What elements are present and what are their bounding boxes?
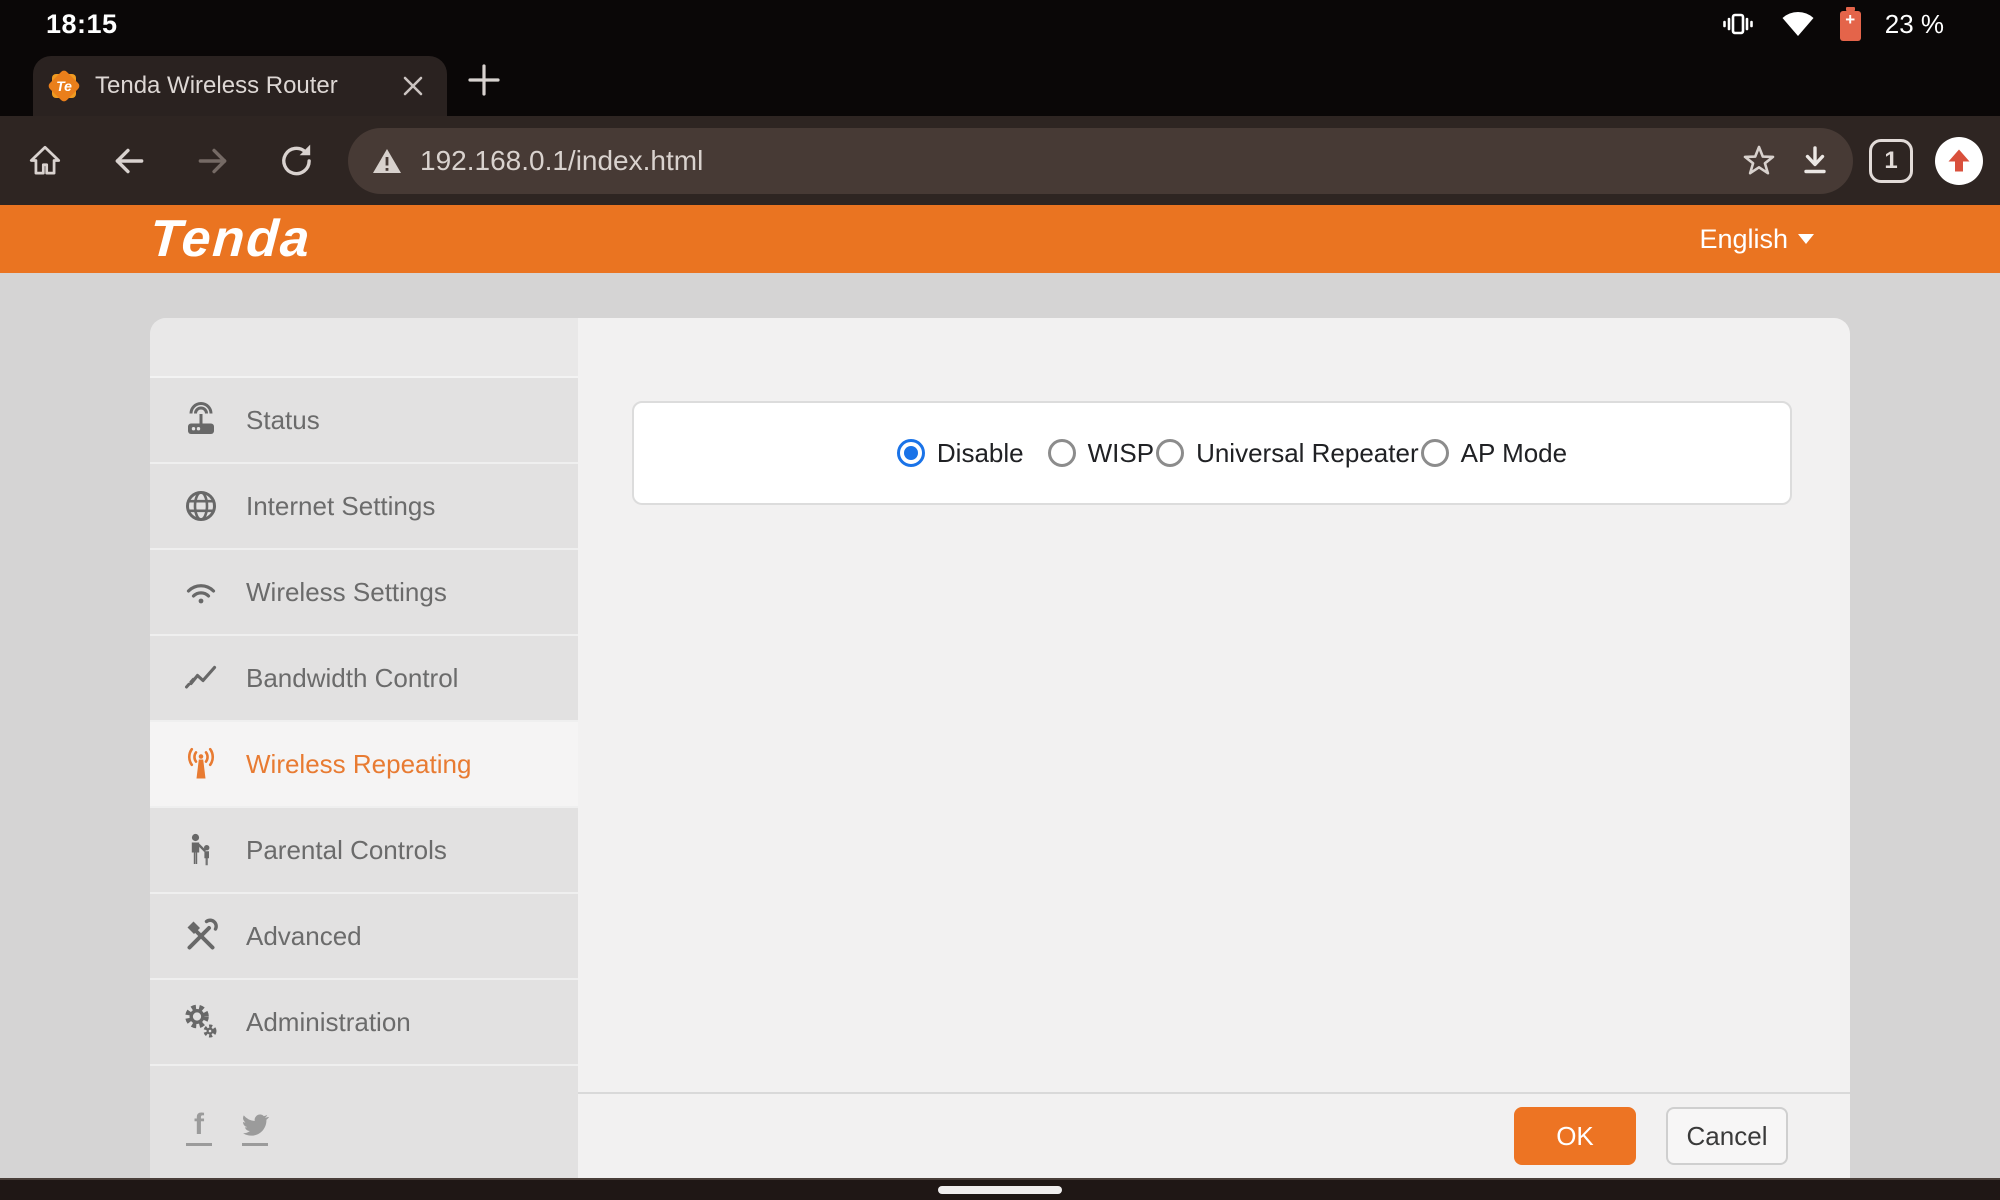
router-icon xyxy=(180,399,222,441)
radio-unselected-icon[interactable] xyxy=(1156,439,1184,467)
family-icon xyxy=(180,829,222,871)
radio-label: Disable xyxy=(937,438,1024,469)
sidebar-item-internet-settings[interactable]: Internet Settings xyxy=(150,464,578,550)
wifi-status-icon xyxy=(1780,9,1816,39)
radio-option-disable[interactable]: Disable xyxy=(897,438,1024,469)
radio-option-ap-mode[interactable]: AP Mode xyxy=(1421,438,1567,469)
sidebar-item-administration[interactable]: Administration xyxy=(150,980,578,1066)
radio-option-universal-repeater[interactable]: Universal Repeater xyxy=(1156,438,1419,469)
radio-label: AP Mode xyxy=(1461,438,1567,469)
tab-close-icon[interactable] xyxy=(391,64,435,108)
clock: 18:15 xyxy=(46,9,118,40)
sidebar-item-wireless-settings[interactable]: Wireless Settings xyxy=(150,550,578,636)
facebook-icon: f xyxy=(194,1112,204,1138)
cancel-button[interactable]: Cancel xyxy=(1666,1107,1788,1165)
sidebar-item-status[interactable]: Status xyxy=(150,378,578,464)
radio-unselected-icon[interactable] xyxy=(1048,439,1076,467)
gesture-pill[interactable] xyxy=(938,1186,1062,1194)
gears-icon xyxy=(180,1001,222,1043)
tenda-logo: Tenda xyxy=(148,213,313,265)
status-icons: + 23 % xyxy=(1720,6,1944,42)
radio-label: Universal Repeater xyxy=(1196,438,1419,469)
chevron-down-icon xyxy=(1798,234,1814,244)
home-button[interactable] xyxy=(12,128,78,194)
site-warning-icon[interactable] xyxy=(372,147,402,175)
globe-icon xyxy=(180,485,222,527)
ok-button[interactable]: OK xyxy=(1514,1107,1636,1165)
android-status-bar: 18:15 + 23 % xyxy=(0,0,2000,48)
sidebar-item-label: Status xyxy=(246,405,320,436)
main-content: Disable WISP Universal Repeater AP Mode xyxy=(578,318,1850,1178)
android-nav-bar xyxy=(0,1178,2000,1200)
sidebar-item-label: Administration xyxy=(246,1007,411,1038)
radio-option-wisp[interactable]: WISP xyxy=(1048,438,1154,469)
sidebar-item-wireless-repeating[interactable]: Wireless Repeating xyxy=(150,722,578,808)
admin-card: Status Internet Settings xyxy=(150,318,1850,1178)
facebook-link[interactable]: f xyxy=(186,1112,212,1146)
browser-tab-active[interactable]: Te Tenda Wireless Router xyxy=(33,56,447,116)
mode-radio-group: Disable WISP Universal Repeater AP Mode xyxy=(897,438,1567,469)
sidebar-item-label: Wireless Repeating xyxy=(246,749,471,780)
bottom-action-bar: OK Cancel xyxy=(578,1092,1850,1178)
sidebar-item-label: Bandwidth Control xyxy=(246,663,458,694)
tenda-favicon-icon: Te xyxy=(49,71,79,101)
url-text[interactable]: 192.168.0.1/index.html xyxy=(420,145,1731,177)
sidebar-header-spacer xyxy=(150,318,578,378)
sidebar-item-advanced[interactable]: Advanced xyxy=(150,894,578,980)
forward-button[interactable] xyxy=(180,128,246,194)
sidebar-item-label: Advanced xyxy=(246,921,362,952)
browser-toolbar: 192.168.0.1/index.html 1 xyxy=(0,116,2000,205)
tools-icon xyxy=(180,915,222,957)
sidebar-item-label: Internet Settings xyxy=(246,491,435,522)
back-button[interactable] xyxy=(96,128,162,194)
radio-selected-icon[interactable] xyxy=(897,439,925,467)
tab-switcher-button[interactable]: 1 xyxy=(1869,139,1913,183)
wifi-icon xyxy=(180,571,222,613)
bookmark-star-icon[interactable] xyxy=(1731,133,1787,189)
sidebar-item-bandwidth-control[interactable]: Bandwidth Control xyxy=(150,636,578,722)
battery-icon: + xyxy=(1840,7,1861,41)
sidebar-item-parental-controls[interactable]: Parental Controls xyxy=(150,808,578,894)
sidebar-item-label: Parental Controls xyxy=(246,835,447,866)
bandwidth-chart-icon xyxy=(180,657,222,699)
antenna-icon xyxy=(180,743,222,785)
reload-button[interactable] xyxy=(264,128,330,194)
vibrate-icon xyxy=(1720,6,1756,42)
tab-title: Tenda Wireless Router xyxy=(95,72,391,100)
tab-strip: Te Tenda Wireless Router xyxy=(0,48,2000,116)
sidebar-item-label: Wireless Settings xyxy=(246,577,447,608)
chrome-update-icon[interactable] xyxy=(1935,137,1983,185)
radio-unselected-icon[interactable] xyxy=(1421,439,1449,467)
social-links: f xyxy=(150,1066,578,1146)
language-selector[interactable]: English xyxy=(1699,224,1814,255)
url-bar[interactable]: 192.168.0.1/index.html xyxy=(348,128,1853,194)
download-icon[interactable] xyxy=(1787,133,1843,189)
twitter-icon xyxy=(240,1112,270,1138)
radio-label: WISP xyxy=(1088,438,1154,469)
twitter-link[interactable] xyxy=(240,1112,270,1146)
language-label: English xyxy=(1699,224,1788,255)
site-header: Tenda English xyxy=(0,205,2000,273)
page-background: Status Internet Settings xyxy=(0,273,2000,1178)
sidebar-nav: Status Internet Settings xyxy=(150,318,578,1178)
new-tab-button[interactable] xyxy=(460,56,508,104)
battery-percent: 23 % xyxy=(1885,9,1944,40)
repeating-mode-panel: Disable WISP Universal Repeater AP Mode xyxy=(632,401,1792,505)
